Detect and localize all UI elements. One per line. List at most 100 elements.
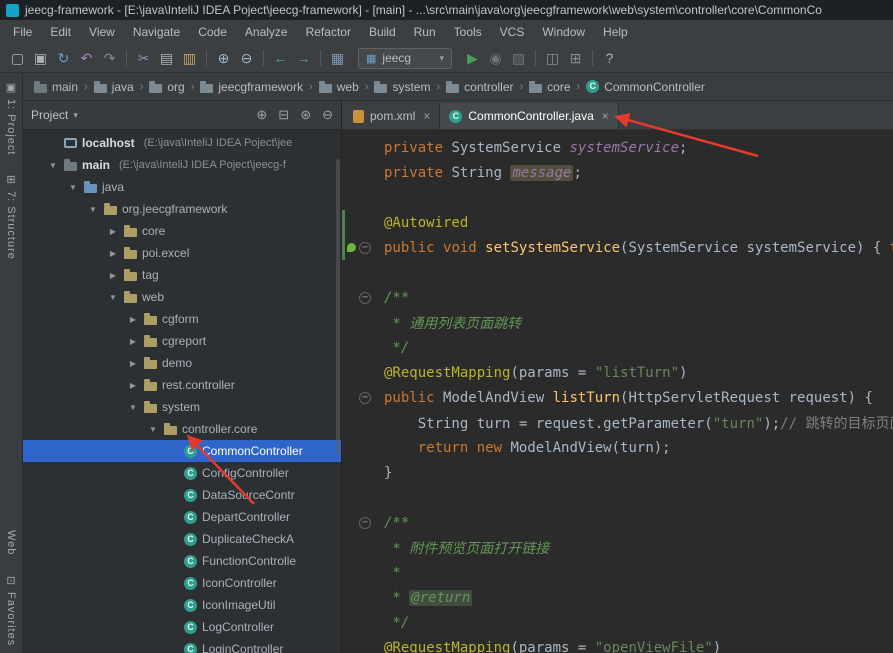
- fold-icon[interactable]: −: [359, 392, 371, 404]
- tab-pom-xml[interactable]: pom.xml×: [344, 103, 440, 129]
- expander-icon[interactable]: ▼: [127, 403, 139, 412]
- tree-item-cgform[interactable]: ▶cgform: [23, 308, 341, 330]
- code-line[interactable]: * 通用列表页面跳转: [342, 310, 893, 335]
- tree-item-commoncontroller[interactable]: CCommonController: [23, 440, 341, 462]
- breadcrumb-item-system[interactable]: system: [371, 78, 433, 96]
- open-icon[interactable]: ▢: [6, 50, 29, 67]
- menu-item-window[interactable]: Window: [533, 22, 594, 42]
- tree-item-iconimageutil[interactable]: CIconImageUtil: [23, 594, 341, 616]
- tree-item-poi-excel[interactable]: ▶poi.excel: [23, 242, 341, 264]
- tree-item-org-jeecgframework[interactable]: ▼org.jeecgframework: [23, 198, 341, 220]
- menu-item-edit[interactable]: Edit: [41, 22, 80, 42]
- fold-icon[interactable]: −: [359, 242, 371, 254]
- chevron-down-icon[interactable]: ▾: [73, 110, 78, 121]
- expander-icon[interactable]: ▶: [127, 315, 139, 324]
- expander-icon[interactable]: ▶: [127, 337, 139, 346]
- tree-item-java[interactable]: ▼java: [23, 176, 341, 198]
- breadcrumb-item-web[interactable]: web: [316, 78, 362, 96]
- breadcrumb-item-commoncontroller[interactable]: CCommonController: [583, 78, 708, 96]
- breadcrumb-item-core[interactable]: core: [526, 78, 573, 96]
- menu-item-tools[interactable]: Tools: [445, 22, 491, 42]
- copy-icon[interactable]: ▤: [155, 50, 178, 67]
- replace-icon[interactable]: ⊖: [235, 50, 258, 67]
- expander-icon[interactable]: ▼: [47, 161, 59, 170]
- menu-item-navigate[interactable]: Navigate: [124, 22, 189, 42]
- menu-item-help[interactable]: Help: [594, 22, 637, 42]
- find-icon[interactable]: ⊕: [212, 50, 235, 67]
- breadcrumb-item-org[interactable]: org: [146, 78, 187, 96]
- project-scrollbar[interactable]: [336, 159, 340, 454]
- tree-item-functioncontrolle[interactable]: CFunctionControlle: [23, 550, 341, 572]
- tree-item-logcontroller[interactable]: CLogController: [23, 616, 341, 638]
- coverage-icon[interactable]: ▨: [507, 50, 530, 67]
- code-line[interactable]: private String message;: [342, 160, 893, 185]
- expander-icon[interactable]: ▼: [87, 205, 99, 214]
- tree-item-localhost[interactable]: localhost(E:\java\InteliJ IDEA Poject\je…: [23, 132, 341, 154]
- tree-item-cgreport[interactable]: ▶cgreport: [23, 330, 341, 352]
- run-config-combo[interactable]: ▦ jeecg ▾: [358, 48, 452, 69]
- stripe-7-structure[interactable]: ⊞7: Structure: [5, 173, 17, 260]
- tree-item-rest-controller[interactable]: ▶rest.controller: [23, 374, 341, 396]
- tree-item-configcontroller[interactable]: CConfigController: [23, 462, 341, 484]
- undo-icon[interactable]: ↶: [75, 50, 98, 67]
- menu-item-analyze[interactable]: Analyze: [236, 22, 297, 42]
- code-line[interactable]: [342, 260, 893, 285]
- expander-icon[interactable]: ▼: [107, 293, 119, 302]
- close-icon[interactable]: ×: [602, 109, 609, 123]
- tree-item-logincontroller[interactable]: CLoginController: [23, 638, 341, 653]
- code-line[interactable]: @RequestMapping(params = "listTurn"): [342, 360, 893, 385]
- tree-item-core[interactable]: ▶core: [23, 220, 341, 242]
- editor-code[interactable]: private SystemService systemService;priv…: [342, 130, 893, 653]
- stripe-web[interactable]: Web: [5, 530, 17, 555]
- save-all-icon[interactable]: ▣: [29, 50, 52, 67]
- tree-item-departcontroller[interactable]: CDepartController: [23, 506, 341, 528]
- code-line[interactable]: @RequestMapping(params = "openViewFile"): [342, 635, 893, 653]
- menu-item-vcs[interactable]: VCS: [491, 22, 534, 42]
- close-icon[interactable]: ×: [423, 109, 430, 123]
- hide-icon[interactable]: ⊖: [322, 107, 333, 123]
- menu-item-build[interactable]: Build: [360, 22, 405, 42]
- help-icon[interactable]: ?: [598, 50, 621, 66]
- expander-icon[interactable]: ▶: [107, 271, 119, 280]
- expander-icon[interactable]: ▼: [147, 425, 159, 434]
- tree-item-controller-core[interactable]: ▼controller.core: [23, 418, 341, 440]
- menu-item-file[interactable]: File: [4, 22, 41, 42]
- code-line[interactable]: −public ModelAndView listTurn(HttpServle…: [342, 385, 893, 410]
- expander-icon[interactable]: ▶: [127, 381, 139, 390]
- back-icon[interactable]: ←: [269, 50, 292, 66]
- code-line[interactable]: */: [342, 335, 893, 360]
- menu-item-refactor[interactable]: Refactor: [297, 22, 360, 42]
- stripe-favorites[interactable]: ⊡Favorites: [5, 574, 17, 646]
- forward-icon[interactable]: →: [292, 50, 315, 66]
- tree-item-iconcontroller[interactable]: CIconController: [23, 572, 341, 594]
- expander-icon[interactable]: ▶: [107, 227, 119, 236]
- code-line[interactable]: *: [342, 560, 893, 585]
- code-line[interactable]: String turn = request.getParameter("turn…: [342, 410, 893, 435]
- project-panel-title[interactable]: Project: [31, 108, 68, 122]
- paste-icon[interactable]: ▥: [178, 50, 201, 67]
- code-line[interactable]: @Autowired: [342, 210, 893, 235]
- fold-icon[interactable]: −: [359, 517, 371, 529]
- code-line[interactable]: * @return: [342, 585, 893, 610]
- code-line[interactable]: −/**: [342, 285, 893, 310]
- code-line[interactable]: }: [342, 460, 893, 485]
- code-line[interactable]: [342, 185, 893, 210]
- code-line[interactable]: */: [342, 610, 893, 635]
- tree-item-datasourcecontr[interactable]: CDataSourceContr: [23, 484, 341, 506]
- tree-item-main[interactable]: ▼main(E:\java\InteliJ IDEA Poject\jeecg-…: [23, 154, 341, 176]
- profile-icon[interactable]: ◫: [541, 50, 564, 67]
- debug-icon[interactable]: ◉: [484, 50, 507, 67]
- stripe-1-project[interactable]: ▣1: Project: [5, 81, 17, 155]
- menu-item-code[interactable]: Code: [189, 22, 236, 42]
- code-line[interactable]: −/**: [342, 510, 893, 535]
- tab-commoncontroller-java[interactable]: CCommonController.java×: [440, 103, 618, 129]
- code-line[interactable]: −public void setSystemService(SystemServ…: [342, 235, 893, 260]
- breadcrumb-item-jeecgframework[interactable]: jeecgframework: [197, 78, 306, 96]
- tools-icon[interactable]: ⊞: [564, 50, 587, 67]
- tree-item-system[interactable]: ▼system: [23, 396, 341, 418]
- code-line[interactable]: [342, 485, 893, 510]
- tree-item-duplicatechecka[interactable]: CDuplicateCheckA: [23, 528, 341, 550]
- tree-item-tag[interactable]: ▶tag: [23, 264, 341, 286]
- redo-icon[interactable]: ↷: [98, 50, 121, 67]
- settings-icon[interactable]: ⊛: [300, 107, 311, 123]
